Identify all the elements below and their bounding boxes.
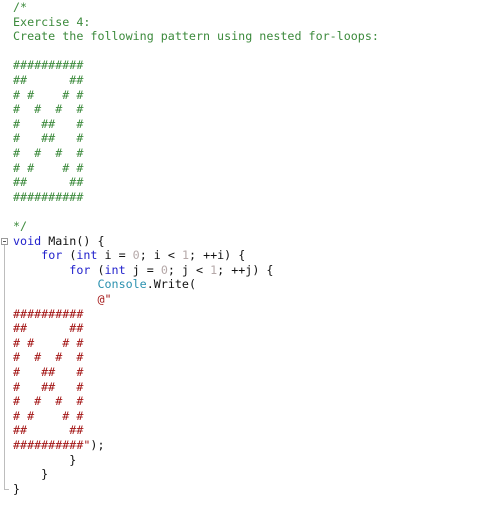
code-token-plain: } (13, 467, 49, 482)
code-line-text: /* (13, 0, 27, 14)
code-line-text: Create the following pattern using neste… (13, 29, 379, 43)
code-line-text: ##########"); (13, 438, 104, 452)
code-line-text: ## ## (13, 175, 83, 189)
code-token-plain: ; j < (167, 262, 211, 277)
code-token-string: # # # # (13, 394, 84, 409)
code-line-text: @" (13, 292, 112, 306)
code-line-text: Exercise 4: (13, 15, 90, 29)
code-token-plain: } (13, 452, 77, 467)
code-line-text: for (int i = 0; i < 1; ++i) { (13, 248, 245, 262)
code-token-comment: ## ## (13, 175, 84, 190)
code-token-plain: j = (125, 262, 161, 277)
code-token-keyword: int (104, 262, 126, 277)
fold-guide-line (4, 244, 5, 489)
code-token-string: # ## # (13, 365, 84, 379)
code-token-string: ##########" (13, 438, 91, 452)
code-line-text: Console.Write( (13, 277, 196, 291)
fold-guide-end (4, 488, 9, 490)
code-line-text: # ## # (13, 380, 83, 394)
code-token-comment: # # # # (13, 146, 84, 160)
code-line-text: # ## # (13, 117, 83, 131)
code-token-string: ########## (13, 306, 84, 321)
code-token-plain: ); (90, 438, 105, 452)
code-token-plain: ( (62, 248, 77, 263)
code-token-plain: ; ++j) { (217, 262, 274, 277)
code-line-text: # # # # (13, 350, 83, 364)
code-token-plain: Main() { (41, 233, 105, 248)
code-line-text: ########## (13, 190, 83, 204)
code-token-string: ## ## (13, 321, 84, 336)
code-line-text: # ## # (13, 365, 83, 379)
code-line-text: # # # # (13, 161, 83, 175)
code-line-text: void Main() { (13, 234, 105, 248)
code-token-comment: ########## (13, 58, 84, 73)
code-token-comment: ########## (13, 189, 84, 204)
code-line-text: } (13, 482, 20, 496)
code-token-plain: } (13, 481, 21, 496)
code-token-string: ## ## (13, 423, 84, 438)
code-line-text: # # # # (13, 146, 83, 160)
code-token-comment: # # # # (13, 160, 84, 175)
code-token-number: 0 (132, 248, 140, 263)
code-token-comment: */ (13, 219, 28, 233)
code-token-string: # ## # (13, 379, 84, 394)
code-token-keyword: for (69, 262, 91, 277)
code-line-text: ## ## (13, 73, 83, 87)
code-editor[interactable]: /* Exercise 4: Create the following patter… (0, 0, 480, 523)
code-line-text: */ (13, 219, 27, 233)
code-token-string: @" (97, 292, 112, 306)
code-token-comment: /* (13, 0, 28, 14)
code-token-keyword: void (13, 233, 42, 248)
code-line-text: ## ## (13, 321, 83, 335)
code-token-number: 0 (160, 262, 168, 277)
collapse-minus-icon[interactable] (1, 237, 8, 245)
code-line-text: } (13, 467, 48, 481)
code-line-text: # # # # (13, 409, 83, 423)
code-line-text: # ## # (13, 131, 83, 145)
code-line-text: # # # # (13, 336, 83, 350)
code-token-plain: i = (97, 248, 133, 263)
code-token-comment: # # # # (13, 87, 84, 102)
code-line-text: ## ## (13, 423, 83, 437)
code-token-number: 1 (181, 248, 189, 263)
code-line-text: # # # # (13, 102, 83, 116)
code-line-text: # # # # (13, 88, 83, 102)
code-line-text: ########## (13, 307, 83, 321)
code-token-string: # # # # (13, 350, 84, 365)
code-line-text: for (int j = 0; j < 1; ++j) { (13, 263, 273, 277)
code-token-comment: Exercise 4: (13, 14, 91, 29)
code-token-comment: Create the following pattern using neste… (13, 29, 379, 44)
code-token-keyword: int (76, 248, 98, 263)
code-token-plain: ( (90, 262, 105, 277)
code-line-text: } (13, 453, 76, 467)
code-token-class: Console (97, 277, 147, 292)
code-line-text: ########## (13, 58, 83, 72)
code-token-keyword: for (41, 248, 63, 263)
code-token-string: # # # # (13, 408, 84, 423)
code-token-comment: # ## # (13, 116, 84, 131)
code-token-plain: ; i < (139, 248, 182, 263)
code-token-plain: ; ++i) { (189, 248, 246, 263)
code-token-plain: .Write( (146, 277, 196, 292)
code-token-comment: # ## # (13, 131, 84, 146)
code-token-string: # # # # (13, 335, 84, 350)
code-token-comment: ## ## (13, 73, 84, 87)
code-token-comment: # # # # (13, 102, 84, 117)
code-line-text: # # # # (13, 394, 83, 408)
